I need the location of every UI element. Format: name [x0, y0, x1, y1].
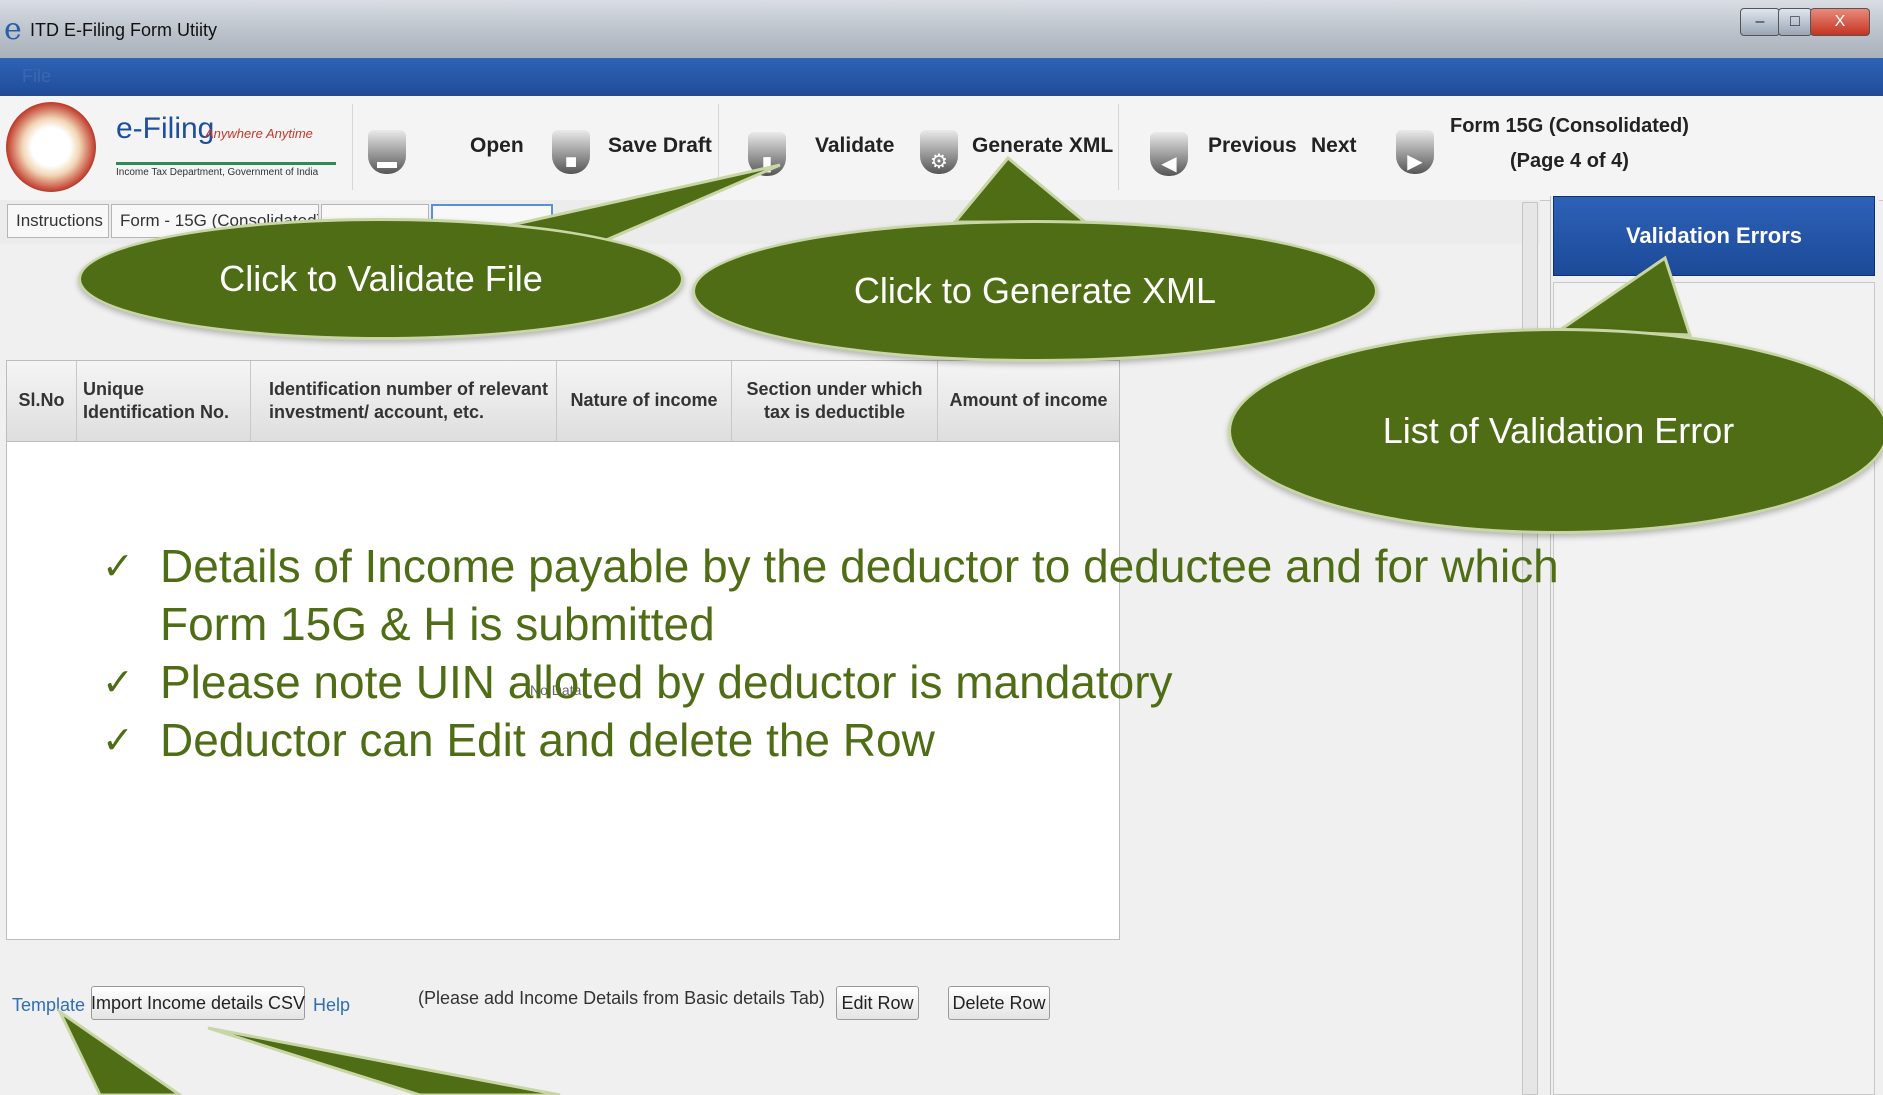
generate-xml-button[interactable]: Generate XML [972, 134, 1113, 158]
arrow-left-icon[interactable]: ◀ [1150, 132, 1188, 176]
hint-text: (Please add Income Details from Basic de… [418, 988, 825, 1008]
column-header: Unique Identification No. [77, 361, 251, 441]
validation-error-callout: List of Validation Error [1228, 328, 1883, 534]
import-csv-button[interactable]: Import Income details CSV [91, 986, 305, 1020]
document-icon[interactable]: ▮ [748, 132, 786, 176]
efiling-subtitle: Income Tax Department, Government of Ind… [116, 162, 336, 178]
column-header: Amount of income [949, 390, 1108, 411]
edit-row-button[interactable]: Edit Row [836, 986, 919, 1020]
template-link[interactable]: Template [12, 995, 85, 1016]
column-header: Sl.No [7, 361, 77, 441]
menu-file[interactable]: File [22, 66, 51, 87]
close-button[interactable]: X [1810, 8, 1870, 36]
toolbar-separator [718, 104, 719, 190]
validate-button[interactable]: Validate [815, 134, 894, 158]
maximize-button[interactable]: □ [1778, 8, 1812, 36]
page-indicator: (Page 4 of 4) [1510, 150, 1629, 172]
form-title: Form 15G (Consolidated) [1450, 115, 1689, 137]
help-link[interactable]: Help [313, 995, 350, 1016]
arrow-right-icon[interactable]: ▶ [1396, 130, 1434, 174]
menu-bar [0, 58, 1883, 96]
column-header: Identification number of relevant invest… [251, 361, 557, 441]
minimize-button[interactable]: – [1740, 8, 1780, 36]
save-icon[interactable]: ■ [552, 130, 590, 174]
previous-button[interactable]: Previous [1208, 134, 1297, 158]
toolbar-separator [352, 104, 353, 190]
bullet-item-2: Please note UIN alloted by deductor is m… [160, 656, 1173, 708]
window-title: ITD E-Filing Form Utiity [30, 20, 218, 40]
e-logo-icon: e [4, 12, 22, 47]
department-emblem [6, 102, 96, 192]
bullet-item-1-line-1: Details of Income payable by the deducto… [160, 540, 1559, 592]
check-icon: ✓ [102, 662, 134, 704]
column-header: Section under which tax is deductible [732, 361, 938, 441]
check-icon: ✓ [102, 546, 134, 588]
title-bar [0, 0, 1883, 59]
tab-instructions[interactable]: Instructions [7, 204, 109, 238]
efiling-tagline: Anywhere Anytime [205, 126, 313, 141]
delete-row-button[interactable]: Delete Row [948, 986, 1050, 1020]
next-button[interactable]: Next [1311, 134, 1357, 158]
gear-icon[interactable]: ⚙ [920, 130, 958, 174]
column-header: Nature of income [557, 361, 732, 441]
bullet-item-1-line-2: Form 15G & H is submitted [160, 598, 715, 650]
generate-xml-callout: Click to Generate XML [692, 220, 1378, 362]
folder-icon[interactable]: ▬ [368, 130, 406, 174]
check-icon: ✓ [102, 720, 134, 762]
open-button[interactable]: Open [470, 134, 524, 158]
toolbar-separator [1118, 104, 1119, 190]
validation-errors-header[interactable]: Validation Errors [1553, 196, 1875, 276]
save-draft-button[interactable]: Save Draft [608, 134, 712, 158]
efiling-logo: e-Filing [116, 112, 215, 145]
validate-callout: Click to Validate File [78, 218, 684, 340]
bullet-item-3: Deductor can Edit and delete the Row [160, 714, 935, 766]
